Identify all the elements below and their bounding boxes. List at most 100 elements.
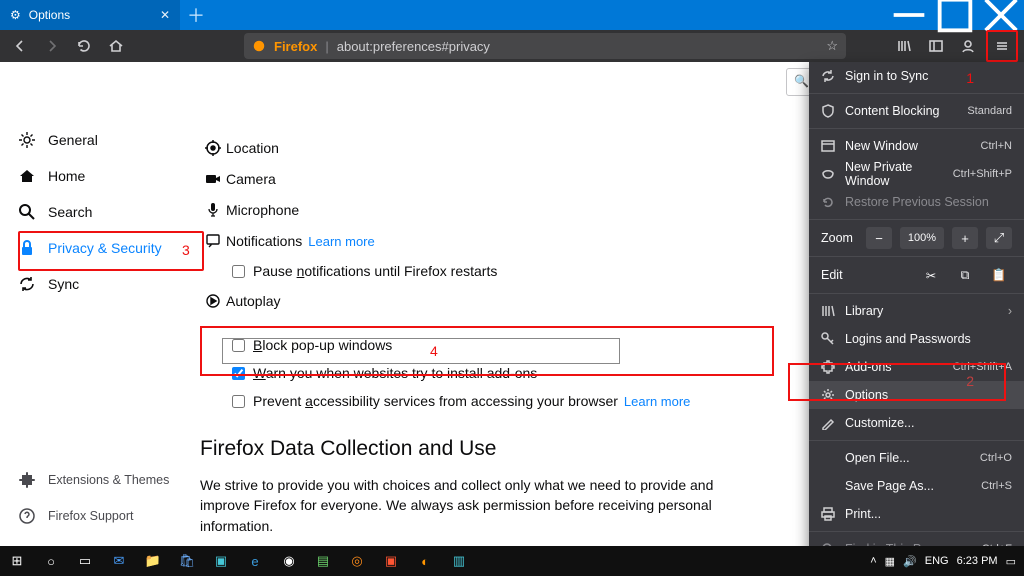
menu-content-blocking[interactable]: Content BlockingStandard [809, 97, 1024, 125]
account-icon[interactable] [954, 32, 982, 60]
url-bar[interactable]: Firefox | about:preferences#privacy ☆ [244, 33, 846, 59]
taskbar-explorer[interactable]: 📁 [136, 546, 170, 576]
home-icon [18, 167, 36, 185]
close-tab-icon[interactable]: ✕ [160, 8, 170, 22]
taskbar-notepad[interactable]: ▤ [306, 546, 340, 576]
sidenav-privacy[interactable]: Privacy & Security [0, 230, 200, 266]
start-button[interactable]: ⊞ [0, 546, 34, 576]
windows-taskbar: ⊞ ○ ▭ ✉ 📁 🛍 ▣ e ◉ ▤ ◎ ▣ ◐ ▥ ˄ ▦ 🔊 ENG 6:… [0, 546, 1024, 576]
window-icon [821, 139, 835, 153]
window-maximize[interactable] [932, 0, 978, 30]
zoom-in[interactable]: + [952, 227, 978, 249]
app-menu-panel: Sign in to Sync Content BlockingStandard… [809, 62, 1024, 576]
menu-print[interactable]: Print... [809, 500, 1024, 528]
copy-icon[interactable]: ⧉ [952, 264, 978, 286]
mask-icon [821, 167, 835, 181]
reload-button[interactable] [70, 32, 98, 60]
warn-addons-checkbox[interactable] [232, 367, 245, 380]
library-icon[interactable] [890, 32, 918, 60]
url-brand: Firefox [274, 39, 317, 54]
menu-addons[interactable]: Add-onsCtrl+Shift+A [809, 353, 1024, 381]
menu-open-file[interactable]: Open File...Ctrl+O [809, 444, 1024, 472]
menu-logins[interactable]: Logins and Passwords [809, 325, 1024, 353]
notifications-learn-more[interactable]: Learn more [308, 234, 374, 249]
sidenav-search[interactable]: Search [0, 194, 200, 230]
sidenav-support[interactable]: Firefox Support [0, 498, 200, 534]
taskbar-uc[interactable]: ◎ [340, 546, 374, 576]
task-view[interactable]: ▭ [68, 546, 102, 576]
help-icon [18, 507, 36, 525]
tray-notifications-icon[interactable]: ▭ [1006, 555, 1016, 568]
sync-icon [821, 69, 835, 83]
puzzle-icon [18, 471, 36, 489]
nav-toolbar: Firefox | about:preferences#privacy ☆ [0, 30, 1024, 62]
sidenav-sync[interactable]: Sync [0, 266, 200, 302]
microphone-icon [200, 202, 226, 218]
tray-clock[interactable]: 6:23 PM [957, 555, 998, 567]
block-popup-checkbox[interactable] [232, 339, 245, 352]
zoom-fullscreen[interactable]: ⤢ [986, 227, 1012, 249]
tray-volume-icon[interactable]: 🔊 [903, 555, 917, 568]
taskbar-photos[interactable]: ▣ [204, 546, 238, 576]
sidenav-general[interactable]: General [0, 122, 200, 158]
window-close[interactable] [978, 0, 1024, 30]
gear-icon [18, 131, 36, 149]
menu-restore-session: Restore Previous Session [809, 188, 1024, 216]
library-icon [821, 304, 835, 318]
prevent-a11y-checkbox[interactable] [232, 395, 245, 408]
gear-icon [821, 388, 835, 402]
system-tray[interactable]: ˄ ▦ 🔊 ENG 6:23 PM ▭ [870, 555, 1024, 568]
location-icon [200, 140, 226, 156]
taskbar-mail[interactable]: ✉ [102, 546, 136, 576]
pause-notifications-checkbox[interactable] [232, 265, 245, 278]
tray-language[interactable]: ENG [925, 555, 949, 567]
taskbar-firefox[interactable]: ◐ [408, 546, 442, 576]
sidenav-home[interactable]: Home [0, 158, 200, 194]
paste-icon[interactable]: 📋 [986, 264, 1012, 286]
lock-icon [18, 239, 36, 257]
sidebar-icon[interactable] [922, 32, 950, 60]
menu-library[interactable]: Library› [809, 297, 1024, 325]
menu-signin[interactable]: Sign in to Sync [809, 62, 1024, 90]
paint-icon [821, 416, 835, 430]
menu-new-window[interactable]: New WindowCtrl+N [809, 132, 1024, 160]
home-button[interactable] [102, 32, 130, 60]
search-icon: 🔍 [794, 74, 809, 88]
firefox-icon [252, 39, 266, 53]
key-icon [821, 332, 835, 346]
taskbar-edge[interactable]: e [238, 546, 272, 576]
shield-icon [821, 104, 835, 118]
menu-save-page[interactable]: Save Page As...Ctrl+S [809, 472, 1024, 500]
notification-icon [200, 233, 226, 249]
menu-customize[interactable]: Customize... [809, 409, 1024, 437]
app-menu-button[interactable] [986, 30, 1018, 62]
forward-button[interactable] [38, 32, 66, 60]
taskbar-chrome[interactable]: ◉ [272, 546, 306, 576]
section-data-collection-blurb: We strive to provide you with choices an… [200, 475, 760, 536]
sidenav-extensions[interactable]: Extensions & Themes [0, 462, 200, 498]
preferences-sidenav: General Home Search Privacy & Security S… [0, 62, 200, 546]
menu-new-private[interactable]: New Private WindowCtrl+Shift+P [809, 160, 1024, 188]
tray-network-icon[interactable]: ▦ [885, 555, 895, 568]
puzzle-icon [821, 360, 835, 374]
cut-icon[interactable]: ✂ [918, 264, 944, 286]
tray-chevron-icon[interactable]: ˄ [870, 555, 876, 567]
taskbar-notes[interactable]: ▥ [442, 546, 476, 576]
taskbar-pp[interactable]: ▣ [374, 546, 408, 576]
chevron-right-icon: › [1008, 304, 1012, 318]
window-minimize[interactable] [886, 0, 932, 30]
bookmark-star-icon[interactable]: ☆ [826, 38, 838, 54]
browser-tab[interactable]: ⚙ Options ✕ [0, 0, 180, 30]
zoom-out[interactable]: − [866, 227, 892, 249]
url-path: about:preferences#privacy [337, 39, 490, 54]
titlebar: ⚙ Options ✕ ＋ [0, 0, 1024, 30]
new-tab-button[interactable]: ＋ [180, 0, 212, 30]
tab-title: Options [29, 8, 152, 22]
back-button[interactable] [6, 32, 34, 60]
sync-icon [18, 275, 36, 293]
taskbar-search[interactable]: ○ [34, 546, 68, 576]
menu-options[interactable]: Options [809, 381, 1024, 409]
a11y-learn-more[interactable]: Learn more [624, 394, 690, 409]
autoplay-icon [200, 293, 226, 309]
taskbar-store[interactable]: 🛍 [170, 546, 204, 576]
